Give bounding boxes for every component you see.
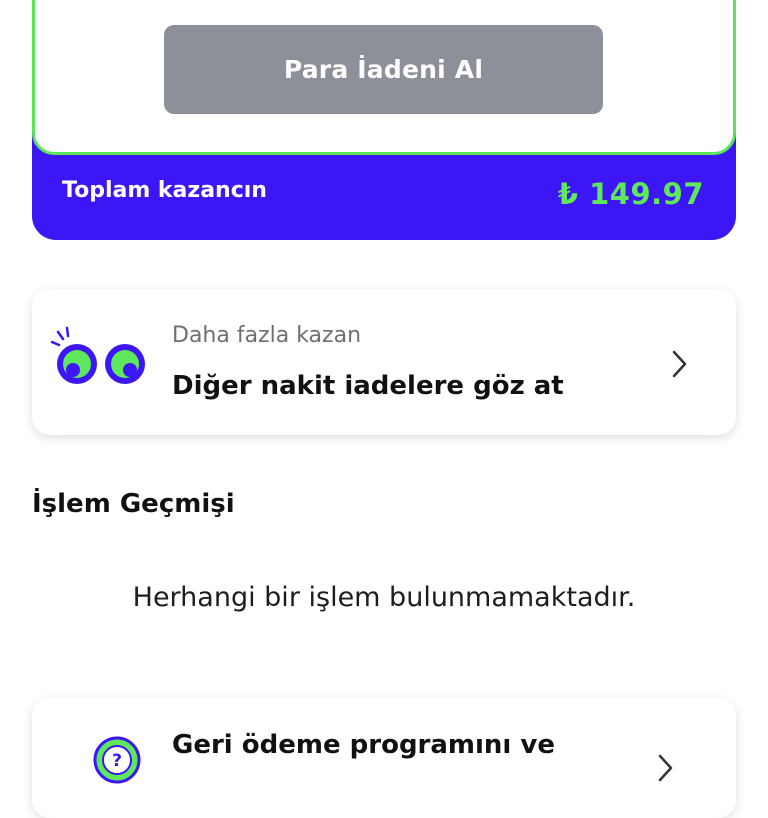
total-earnings-label: Toplam kazancın <box>62 178 267 203</box>
empty-state-message: Herhangi bir işlem bulunmamaktadır. <box>132 582 636 613</box>
earn-more-title: Diğer nakit iadelere göz at <box>172 371 564 401</box>
help-card-title: Geri ödeme programını ve <box>172 730 555 760</box>
earn-more-subtitle: Daha fazla kazan <box>172 323 362 348</box>
question-icon: ? <box>93 736 141 784</box>
svg-text:?: ? <box>112 751 122 771</box>
total-earnings-value: ₺ 149.97 <box>557 177 704 211</box>
eyes-icon <box>50 326 145 384</box>
get-refund-button[interactable]: Para İadeni Al <box>164 25 603 114</box>
transaction-history-title: İşlem Geçmişi <box>32 489 235 519</box>
chevron-right-icon <box>658 754 673 782</box>
chevron-right-icon <box>672 350 687 378</box>
